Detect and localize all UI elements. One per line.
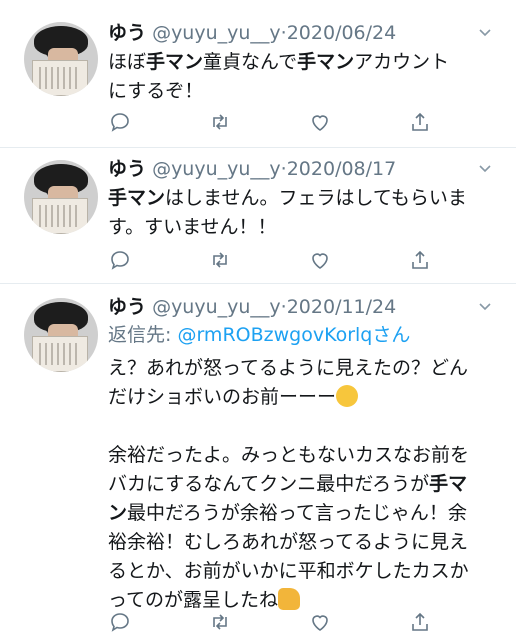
user-handle[interactable]: @yuyu_yu__y — [152, 158, 281, 180]
reply-to-link[interactable]: @rmROBzwgovKorlqさん — [177, 324, 410, 346]
tweet-date[interactable]: ·2020/11/24 — [281, 296, 397, 318]
reply-icon[interactable] — [108, 248, 132, 272]
avatar[interactable] — [24, 298, 98, 372]
avatar[interactable] — [24, 160, 98, 234]
retweet-icon[interactable] — [208, 610, 232, 634]
display-name[interactable]: ゆう — [108, 22, 146, 44]
tweet-actions — [108, 110, 438, 134]
reply-icon[interactable] — [108, 110, 132, 134]
retweet-icon[interactable] — [208, 110, 232, 134]
reply-icon[interactable] — [108, 610, 132, 634]
display-name[interactable]: ゆう — [108, 296, 146, 318]
share-icon[interactable] — [408, 110, 432, 134]
share-icon[interactable] — [408, 248, 432, 272]
retweet-icon[interactable] — [208, 248, 232, 272]
laughing-emoji-icon — [336, 385, 359, 407]
tweet[interactable]: ゆう @yuyu_yu__y·2020/11/24 返信先: @rmROBzwg… — [0, 284, 516, 640]
tweet[interactable]: ゆう @yuyu_yu__y·2020/08/17 手マンはしません。フェラはし… — [0, 148, 516, 284]
like-icon[interactable] — [308, 248, 332, 272]
like-icon[interactable] — [308, 110, 332, 134]
tweet-text: ほぼ手マン童貞なんで手マンアカウント にするぞ！ — [108, 51, 450, 102]
tweet[interactable]: ゆう @yuyu_yu__y·2020/06/24 ほぼ手マン童貞なんで手マンア… — [0, 0, 516, 148]
chevron-down-icon[interactable] — [478, 162, 492, 176]
user-handle[interactable]: @yuyu_yu__y — [152, 22, 281, 44]
reply-to-line: 返信先: @rmROBzwgovKorlqさん — [108, 324, 411, 346]
tweet-actions — [108, 610, 438, 634]
display-name[interactable]: ゆう — [108, 158, 146, 180]
chevron-down-icon[interactable] — [478, 26, 492, 40]
tweet-text: 手マンはしません。フェラはしてもらいま す。すいません！！ — [108, 187, 467, 238]
tweet-actions — [108, 248, 438, 272]
tweet-date[interactable]: ·2020/06/24 — [281, 22, 397, 44]
avatar[interactable] — [24, 22, 98, 96]
user-handle[interactable]: @yuyu_yu__y — [152, 296, 281, 318]
thumbs-up-emoji-icon — [278, 588, 301, 610]
tweet-header: ゆう @yuyu_yu__y·2020/06/24 — [108, 20, 396, 46]
tweet-header: ゆう @yuyu_yu__y·2020/08/17 — [108, 156, 396, 182]
tweet-header: ゆう @yuyu_yu__y·2020/11/24 — [108, 294, 396, 320]
like-icon[interactable] — [308, 610, 332, 634]
chevron-down-icon[interactable] — [478, 300, 492, 314]
share-icon[interactable] — [408, 610, 432, 634]
tweet-text: え？あれが怒ってるように見えたの？どん だけショボいのお前ーーー 余裕だったよ。… — [108, 357, 470, 611]
tweet-date[interactable]: ·2020/08/17 — [281, 158, 397, 180]
